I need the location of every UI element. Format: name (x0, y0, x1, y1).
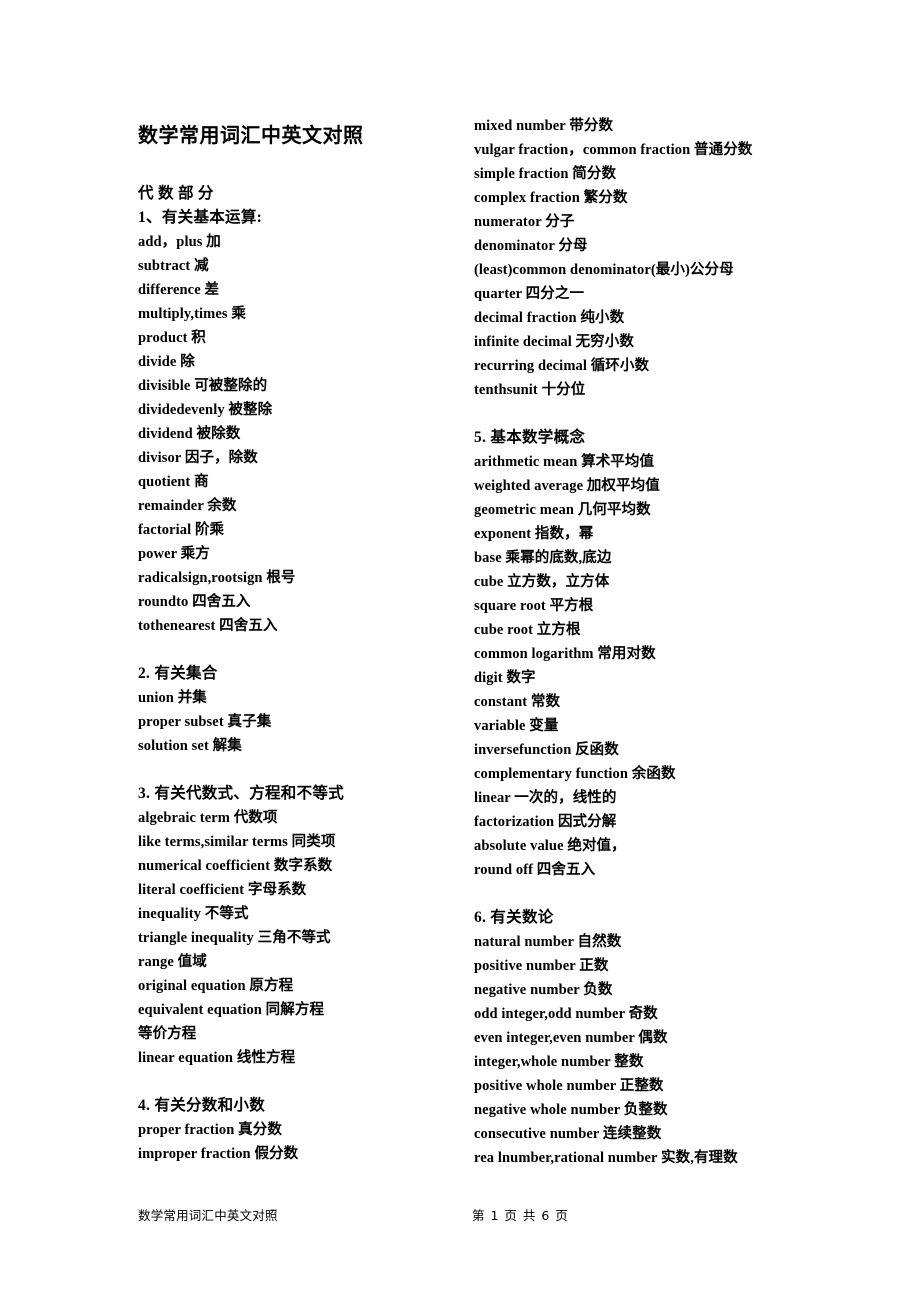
left-column-entry: radicalsign,rootsign 根号 (138, 570, 296, 586)
right-column-entry: natural number 自然数 (474, 934, 622, 950)
left-column-entry: linear equation 线性方程 (138, 1050, 296, 1066)
right-column-entry: infinite decimal 无穷小数 (474, 334, 634, 350)
left-column-entry: power 乘方 (138, 546, 210, 562)
right-column-entry: inversefunction 反函数 (474, 742, 619, 758)
left-column-entry: proper fraction 真分数 (138, 1122, 282, 1138)
right-column-entry: linear 一次的，线性的 (474, 790, 617, 806)
left-column-spacer (138, 638, 468, 662)
right-column-entry: cube root 立方根 (474, 622, 581, 638)
left-column-section-heading: 1、有关基本运算: (138, 209, 263, 226)
right-column-entry: constant 常数 (474, 694, 561, 710)
right-column-entry: denominator 分母 (474, 238, 588, 254)
right-column-entry: geometric mean 几何平均数 (474, 502, 651, 518)
right-column-entry: mixed number 带分数 (474, 118, 614, 134)
right-column-entry: cube 立方数，立方体 (474, 574, 610, 590)
right-column-entry: even integer,even number 偶数 (474, 1030, 668, 1046)
left-column-entry: equivalent equation 同解方程 (138, 1002, 325, 1018)
left-column-spacer (138, 1070, 468, 1094)
document-page: 数学常用词汇中英文对照 代 数 部 分 1、有关基本运算: add，plus 加 su… (0, 0, 920, 1302)
left-column-entry: dividedevenly 被整除 (138, 402, 273, 418)
right-column-entry: negative number 负数 (474, 982, 613, 998)
left-column-entry: range 值域 (138, 954, 207, 970)
left-column-entry: improper fraction 假分数 (138, 1146, 299, 1162)
left-column-entry: triangle inequality 三角不等式 (138, 930, 331, 946)
right-column-entry: complex fraction 繁分数 (474, 190, 628, 206)
left-column-entry: roundto 四舍五入 (138, 594, 251, 610)
left-column-entry: subtract 减 (138, 258, 209, 274)
footer-document-name: 数学常用词汇中英文对照 (138, 1208, 278, 1223)
left-column-entry: divisor 因子，除数 (138, 450, 258, 466)
left-column-section-heading: 2. 有关集合 (138, 665, 218, 682)
glossary-column-left: 代 数 部 分 1、有关基本运算: add，plus 加 subtract 减 diff… (138, 182, 468, 1166)
right-column-section-heading: 6. 有关数论 (474, 909, 554, 926)
left-column-entry: original equation 原方程 (138, 978, 294, 994)
right-column-entry: decimal fraction 纯小数 (474, 310, 625, 326)
right-column-entry: odd integer,odd number 奇数 (474, 1006, 658, 1022)
right-column-entry: arithmetic mean 算术平均值 (474, 454, 655, 470)
glossary-column-right: mixed number 带分数 vulgar fraction，common f… (474, 114, 804, 1170)
right-column-entry: recurring decimal 循环小数 (474, 358, 650, 374)
right-column-entry: integer,whole number 整数 (474, 1054, 644, 1070)
right-column-entry: (least)common denominator(最小)公分母 (474, 262, 734, 278)
left-column-entry: add，plus 加 (138, 234, 221, 250)
page-footer: 数学常用词汇中英文对照 第 1 页 共 6 页 (138, 1205, 784, 1227)
right-column-entry: negative whole number 负整数 (474, 1102, 668, 1118)
right-column-entry: square root 平方根 (474, 598, 594, 614)
right-column-entry: round off 四舍五入 (474, 862, 596, 878)
right-column-entry: variable 变量 (474, 718, 559, 734)
left-column-entry: divide 除 (138, 354, 195, 370)
page-title: 数学常用词汇中英文对照 (138, 125, 364, 147)
right-column-spacer (474, 882, 804, 906)
left-column-entry: algebraic term 代数项 (138, 810, 278, 826)
left-column-section-heading: 4. 有关分数和小数 (138, 1097, 266, 1114)
right-column-entry: exponent 指数，幂 (474, 526, 594, 542)
right-column-entry: positive whole number 正整数 (474, 1078, 664, 1094)
left-column-entry: difference 差 (138, 282, 220, 298)
left-column-entry: union 并集 (138, 690, 207, 706)
right-column-entry: consecutive number 连续整数 (474, 1126, 662, 1142)
footer-page-number: 第 1 页 共 6 页 (472, 1208, 569, 1223)
right-column-entry: base 乘幂的底数,底边 (474, 550, 612, 566)
left-column-entry: quotient 商 (138, 474, 209, 490)
right-column-entry: tenthsunit 十分位 (474, 382, 586, 398)
left-column-section-heading: 3. 有关代数式、方程和不等式 (138, 785, 345, 802)
right-column-entry: vulgar fraction，common fraction 普通分数 (474, 142, 753, 158)
right-column-spacer (474, 402, 804, 426)
left-column-spacer (138, 758, 468, 782)
right-column-entry: complementary function 余函数 (474, 766, 676, 782)
right-column-section-heading: 5. 基本数学概念 (474, 429, 586, 446)
left-column-entry: divisible 可被整除的 (138, 378, 268, 394)
left-column-entry: product 积 (138, 330, 206, 346)
right-column-entry: weighted average 加权平均值 (474, 478, 660, 494)
left-column-entry: multiply,times 乘 (138, 306, 246, 322)
right-column-entry: rea lnumber,rational number 实数,有理数 (474, 1150, 738, 1166)
left-column-entry: inequality 不等式 (138, 906, 249, 922)
left-column-entry: proper subset 真子集 (138, 714, 272, 730)
left-column-entry: literal coefficient 字母系数 (138, 882, 307, 898)
left-column-entry: like terms,similar terms 同类项 (138, 834, 336, 850)
right-column-entry: absolute value 绝对值， (474, 838, 626, 854)
left-column-entry: numerical coefficient 数字系数 (138, 858, 333, 874)
right-column-entry: digit 数字 (474, 670, 536, 686)
right-column-entry: common logarithm 常用对数 (474, 646, 656, 662)
left-column-entry: remainder 余数 (138, 498, 237, 514)
right-column-entry: positive number 正数 (474, 958, 609, 974)
left-column-entry: 等价方程 (138, 1026, 197, 1042)
right-column-entry: factorization 因式分解 (474, 814, 617, 830)
right-column-entry: quarter 四分之一 (474, 286, 585, 302)
left-column-entry: factorial 阶乘 (138, 522, 225, 538)
right-column-entry: simple fraction 简分数 (474, 166, 617, 182)
left-column-entry: dividend 被除数 (138, 426, 241, 442)
left-column-part-label: 代 数 部 分 (138, 185, 214, 202)
left-column-entry: tothenearest 四舍五入 (138, 618, 278, 634)
right-column-entry: numerator 分子 (474, 214, 575, 230)
left-column-entry: solution set 解集 (138, 738, 242, 754)
